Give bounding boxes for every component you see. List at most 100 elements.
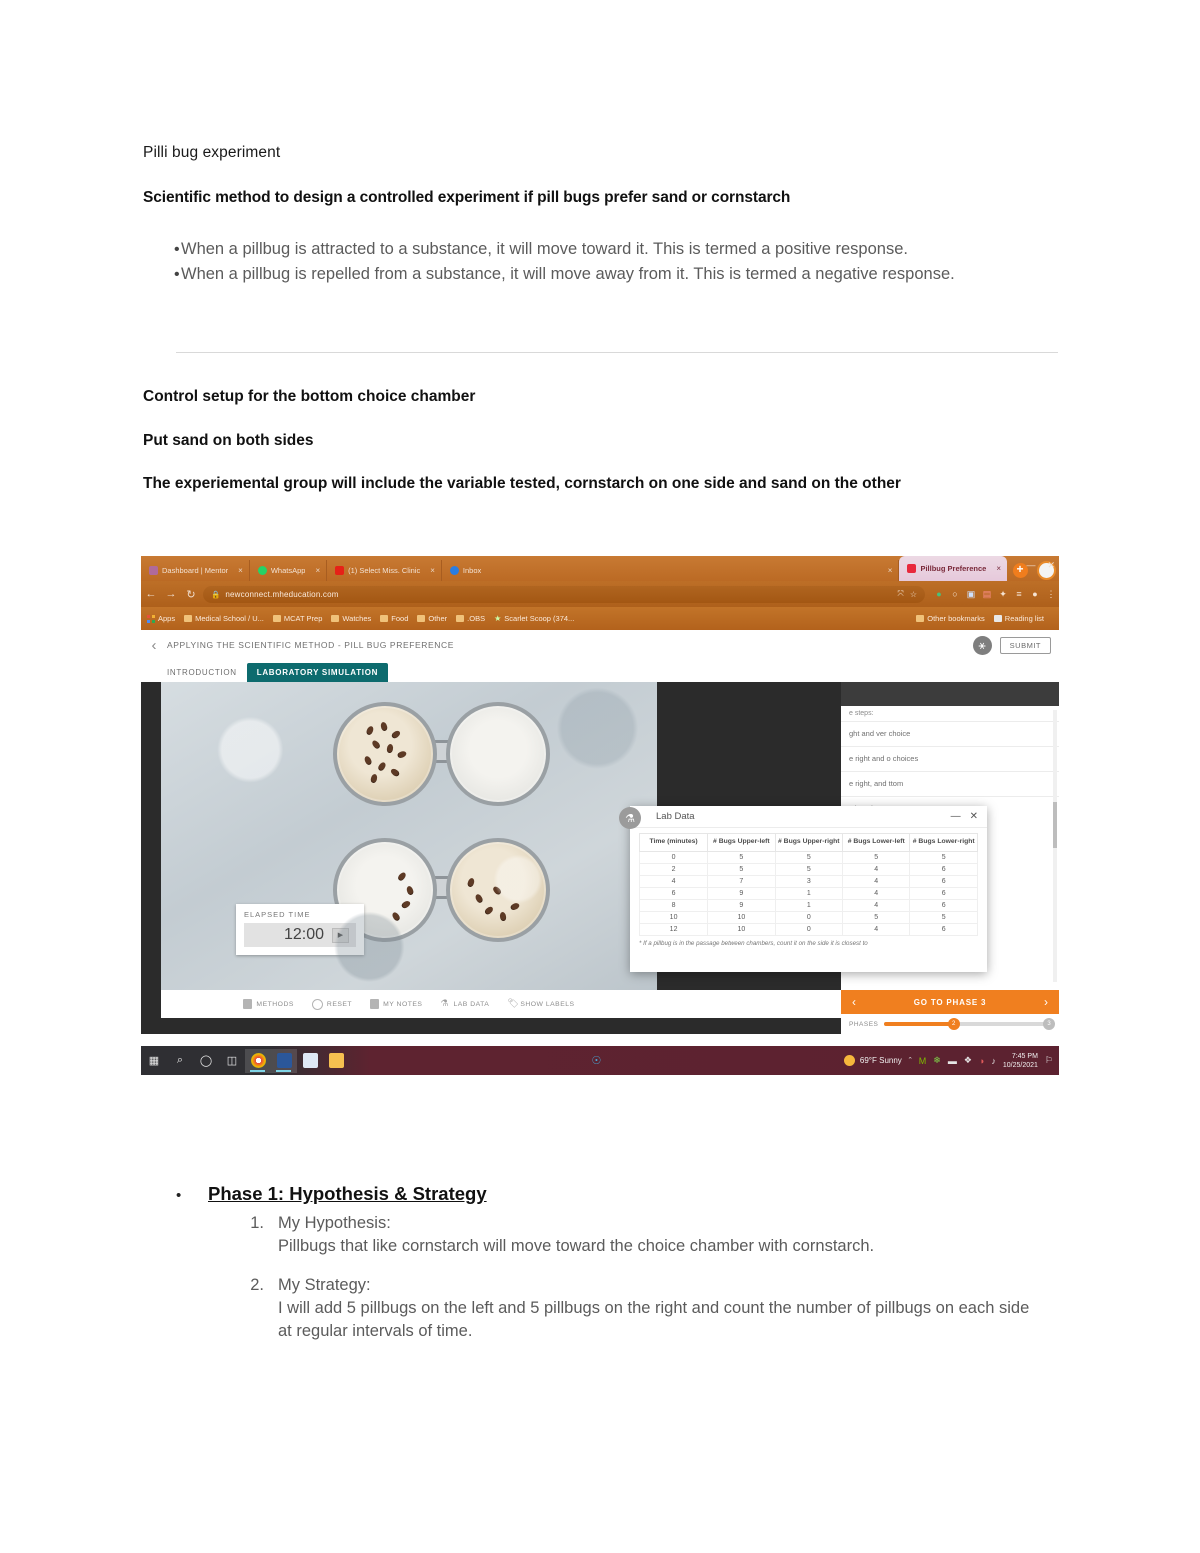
browser-tab-whatsapp[interactable]: WhatsApp × xyxy=(250,560,328,581)
browser-tab-dashboard[interactable]: Dashboard | Mentor × xyxy=(141,560,250,581)
extension-icon-6[interactable]: ≡ xyxy=(1011,589,1027,599)
bookmark-reading-list[interactable]: Reading list xyxy=(993,614,1044,623)
go-to-phase-button[interactable]: ‹ GO TO PHASE 3 › xyxy=(841,990,1059,1014)
browser-tab-inbox[interactable]: Inbox × xyxy=(442,560,900,581)
tray-music-icon[interactable]: ♪ xyxy=(991,1056,996,1066)
elapsed-time-label: ELAPSED TIME xyxy=(244,910,311,919)
table-row: 0 5 5 5 5 xyxy=(638,850,978,864)
lab-data-window[interactable]: ⚗ Lab Data — ✕ Time (minutes) # Bugs Upp… xyxy=(619,806,987,972)
close-icon[interactable]: × xyxy=(996,564,1001,573)
scrollbar-thumb[interactable] xyxy=(1053,802,1057,848)
browser-tab-youtube[interactable]: (1) Select Miss. Clinic × xyxy=(327,560,442,581)
cell-upper-right: 1 xyxy=(774,886,844,900)
chamber-lower-right[interactable] xyxy=(446,838,550,942)
taskbar-app-chrome[interactable] xyxy=(245,1048,271,1073)
elapsed-time-value: 12:00 xyxy=(283,926,324,943)
close-window-icon[interactable]: ✕ xyxy=(1047,560,1055,571)
list-item-number: 1. xyxy=(250,1214,264,1232)
close-icon[interactable]: × xyxy=(888,566,893,575)
choice-chamber-scene[interactable]: ELAPSED TIME 12:00 ▶ xyxy=(161,682,657,990)
windows-start-icon[interactable]: ▦ xyxy=(141,1054,167,1067)
cell-upper-left: 9 xyxy=(707,886,776,900)
submit-button[interactable]: SUBMIT xyxy=(999,636,1051,654)
notification-icon[interactable]: ⚐ xyxy=(1045,1055,1053,1066)
extension-icon-5[interactable]: ✦ xyxy=(995,589,1011,600)
close-icon[interactable]: × xyxy=(315,566,320,575)
accessibility-icon[interactable]: ⚹ xyxy=(972,635,992,655)
taskbar-app-explorer[interactable] xyxy=(323,1049,349,1073)
url-input[interactable]: 🔒 newconnect.mheducation.com ⤧ ☆ xyxy=(203,585,925,603)
share-icon[interactable]: ⤧ xyxy=(897,589,903,599)
phase-slider-knob-next[interactable]: 3 xyxy=(1043,1018,1055,1030)
phase-slider-knob-current[interactable]: 2 xyxy=(947,1018,960,1030)
bookmark-label: MCAT Prep xyxy=(283,614,323,623)
extension-icon-4[interactable]: ▤ xyxy=(979,589,995,600)
chamber-upper-right[interactable] xyxy=(446,702,550,806)
weather-widget[interactable]: 69°F Sunny xyxy=(843,1055,902,1066)
widgets-icon[interactable]: ◫ xyxy=(219,1054,245,1067)
taskbar-app-word[interactable] xyxy=(271,1048,297,1073)
chamber-lower-left[interactable] xyxy=(333,838,437,942)
tray-onedrive-icon[interactable]: M xyxy=(919,1056,927,1066)
minimize-icon[interactable]: — xyxy=(951,811,961,822)
my-notes-button[interactable]: MY NOTES xyxy=(370,999,422,1009)
bookmark-medical-school[interactable]: Medical School / U... xyxy=(184,614,264,623)
chrome-menu-icon[interactable]: ⋮ xyxy=(1043,589,1059,600)
bookmark-star-icon[interactable]: ☆ xyxy=(910,590,917,599)
cell-lower-right: 6 xyxy=(909,874,978,888)
reload-icon[interactable]: ↻ xyxy=(181,588,201,601)
bookmark-apps[interactable]: Apps xyxy=(147,614,175,623)
taskbar-clock[interactable]: 7:45 PM 10/25/2021 xyxy=(1003,1052,1038,1070)
phase-1-ordered-list: 1. My Hypothesis: Pillbugs that like cor… xyxy=(240,1212,1030,1359)
phase-slider-track[interactable]: 2 3 xyxy=(884,1018,1055,1030)
bookmark-label: .OBS xyxy=(467,614,486,623)
minimize-icon[interactable]: — xyxy=(1026,560,1035,571)
bookmark-food[interactable]: Food xyxy=(380,614,408,623)
extension-icon-2[interactable]: ○ xyxy=(947,589,963,599)
reset-button[interactable]: RESET xyxy=(311,998,352,1010)
chevron-left-icon[interactable]: ‹ xyxy=(841,995,867,1009)
column-header-upper-left: # Bugs Upper-left xyxy=(707,833,776,852)
lab-data-button[interactable]: ⚗ LAB DATA xyxy=(440,999,489,1009)
chevron-left-icon[interactable]: ‹ xyxy=(141,637,167,654)
close-icon[interactable]: × xyxy=(430,566,435,575)
chamber-upper-left[interactable] xyxy=(333,702,437,806)
phase-slider-fill xyxy=(884,1022,955,1026)
help-circle-icon[interactable]: ☉ xyxy=(583,1054,609,1067)
back-icon[interactable]: ← xyxy=(141,588,161,600)
bookmark-watches[interactable]: Watches xyxy=(331,614,371,623)
bookmark-mcat-prep[interactable]: MCAT Prep xyxy=(272,614,323,623)
bookmarks-bar: Apps Medical School / U... MCAT Prep Wat… xyxy=(141,607,1059,630)
bookmark-other-bookmarks[interactable]: Other bookmarks xyxy=(916,614,985,623)
extension-icon-1[interactable]: ● xyxy=(931,589,947,599)
bookmark-obs[interactable]: .OBS xyxy=(456,614,485,623)
tray-network-icon[interactable]: ❖ xyxy=(964,1055,972,1066)
show-labels-button[interactable]: 🏷 SHOW LABELS xyxy=(507,999,574,1009)
extension-icon-3[interactable]: ▣ xyxy=(963,589,979,600)
tray-snowflake-icon[interactable]: ❄ xyxy=(933,1055,941,1066)
chevron-right-icon[interactable]: › xyxy=(1033,995,1059,1009)
play-icon[interactable]: ▶ xyxy=(332,927,349,943)
forward-icon[interactable]: → xyxy=(161,588,181,600)
pillbug xyxy=(483,905,495,916)
lab-data-window-controls: — ✕ xyxy=(951,811,987,822)
bookmark-scarlet-scoop[interactable]: ★ Scarlet Scoop (374... xyxy=(494,614,574,623)
close-icon[interactable]: ✕ xyxy=(970,811,978,822)
search-icon[interactable]: ⌕ xyxy=(167,1054,193,1067)
task-view-icon[interactable]: ◯ xyxy=(193,1054,219,1067)
chrome-icon xyxy=(250,1053,266,1068)
tray-volume-icon[interactable]: ◑ xyxy=(979,1056,984,1066)
taskbar-app-store[interactable] xyxy=(297,1049,323,1073)
tab-introduction[interactable]: INTRODUCTION xyxy=(157,663,247,682)
favicon-icon xyxy=(335,566,345,575)
pillbug xyxy=(365,725,375,736)
close-icon[interactable]: × xyxy=(238,566,243,575)
bookmark-other[interactable]: Other xyxy=(417,614,447,623)
lab-data-table: Time (minutes) # Bugs Upper-left # Bugs … xyxy=(638,833,978,936)
profile-icon[interactable]: ● xyxy=(1027,589,1043,599)
tray-chevron-up-icon[interactable]: ˆ xyxy=(909,1056,912,1066)
tray-battery-icon[interactable]: ▬ xyxy=(948,1056,957,1066)
methods-button[interactable]: METHODS xyxy=(243,999,294,1009)
browser-tab-pillbug-preference[interactable]: Pillbug Preference × xyxy=(899,556,1007,581)
tab-laboratory-simulation[interactable]: LABORATORY SIMULATION xyxy=(246,663,389,682)
